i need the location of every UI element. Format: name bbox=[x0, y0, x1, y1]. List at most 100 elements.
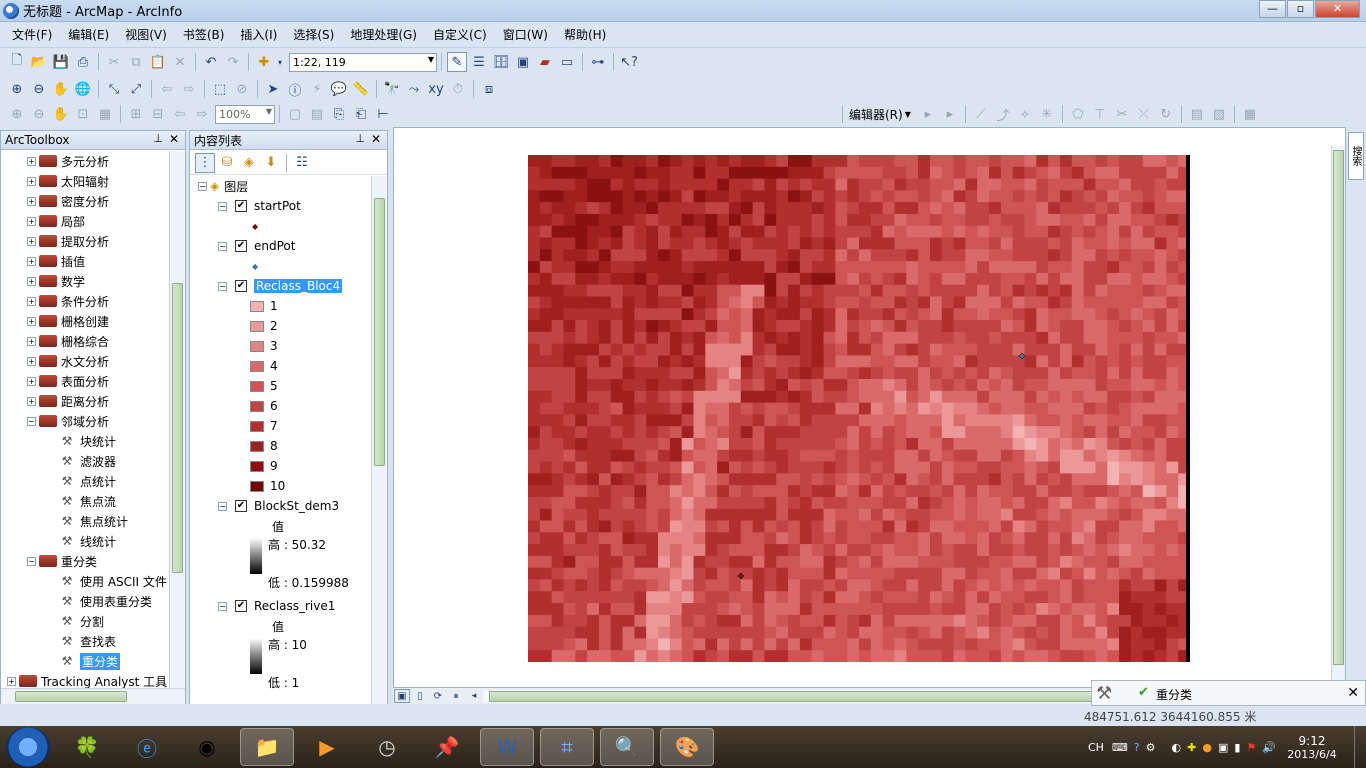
split-icon[interactable]: ⤫ bbox=[1134, 104, 1154, 124]
toolbox-tool-item[interactable]: ⚒ 使用 ASCII 文件 bbox=[1, 571, 169, 591]
toolbox-item[interactable]: + 提取分析 bbox=[1, 231, 169, 251]
taskbar-arccatalog-icon[interactable]: ⌗ bbox=[540, 728, 594, 766]
layout-zoom-out-icon[interactable]: ⊖ bbox=[29, 104, 49, 124]
menu-file[interactable]: 文件(F) bbox=[4, 26, 60, 43]
layer-name[interactable]: endPot bbox=[254, 239, 295, 253]
taskbar-chrome-icon[interactable]: ◉ bbox=[180, 728, 234, 766]
tray-clock[interactable]: 9:12 2013/6/4 bbox=[1284, 734, 1340, 761]
layer-visibility-checkbox[interactable]: ✔ bbox=[235, 200, 247, 212]
back-extent-icon[interactable]: ⇦ bbox=[157, 79, 177, 99]
pin-icon[interactable]: ⊥ bbox=[153, 132, 163, 145]
toolbox-item[interactable]: + 表面分析 bbox=[1, 371, 169, 391]
toolbox-item[interactable]: + 太阳辐射 bbox=[1, 171, 169, 191]
expand-icon[interactable]: + bbox=[27, 156, 36, 166]
tray-add-icon[interactable]: ✚ bbox=[1187, 741, 1196, 754]
collapse-icon[interactable]: − bbox=[198, 181, 207, 191]
cut-icon[interactable]: ✂ bbox=[104, 52, 124, 72]
arctoolbox-vertical-scrollbar[interactable] bbox=[169, 151, 185, 688]
change-layout-icon[interactable]: ⎘ bbox=[329, 104, 349, 124]
cut-polygons-icon[interactable]: ✂ bbox=[1112, 104, 1132, 124]
expand-icon[interactable]: + bbox=[27, 216, 36, 226]
toolbox-item[interactable]: − 重分类 bbox=[1, 551, 169, 571]
select-elements-arrow-icon[interactable]: ➤ bbox=[263, 79, 283, 99]
new-document-icon[interactable]: 🗋 bbox=[7, 52, 27, 72]
expand-icon[interactable]: + bbox=[7, 676, 16, 686]
menu-geoprocessing[interactable]: 地理处理(G) bbox=[342, 26, 425, 43]
tray-volume-icon[interactable]: 🔊 bbox=[1262, 741, 1276, 754]
whats-this-help-icon[interactable]: ↖? bbox=[619, 52, 639, 72]
menu-selection[interactable]: 选择(S) bbox=[285, 26, 342, 43]
copy-icon[interactable]: ⧉ bbox=[126, 52, 146, 72]
close-icon[interactable]: ✕ bbox=[169, 132, 179, 146]
zoom-out-icon[interactable]: ⊖ bbox=[29, 79, 49, 99]
expand-icon[interactable]: + bbox=[27, 176, 36, 186]
select-features-icon[interactable]: ⬚ bbox=[210, 79, 230, 99]
tray-network-icon[interactable]: ▮ bbox=[1234, 741, 1240, 754]
scrollbar-thumb[interactable] bbox=[15, 691, 127, 702]
paste-icon[interactable]: 📋 bbox=[148, 52, 168, 72]
tray-app-icon[interactable]: ● bbox=[1202, 741, 1212, 754]
notification-close-icon[interactable]: ✕ bbox=[1347, 685, 1359, 701]
map-scale-combo[interactable]: 1:22, 119 ▼ bbox=[289, 52, 437, 72]
expand-icon[interactable]: + bbox=[27, 376, 36, 386]
go-to-xy-icon[interactable]: xy bbox=[426, 79, 446, 99]
toolbox-tool-item[interactable]: ⚒ 滤波器 bbox=[1, 451, 169, 471]
fixed-zoom-out-layout-icon[interactable]: ⊟ bbox=[148, 104, 168, 124]
toolbox-item[interactable]: − 邻域分析 bbox=[1, 411, 169, 431]
toolbox-item[interactable]: + 栅格创建 bbox=[1, 311, 169, 331]
editor-toolbar-icon[interactable]: ✎ bbox=[447, 52, 467, 72]
python-window-icon[interactable]: ▭ bbox=[557, 52, 577, 72]
taskbar-file-explorer-icon[interactable]: 📁 bbox=[240, 728, 294, 766]
scroll-left-icon[interactable]: ◂ bbox=[466, 689, 482, 703]
toc-layer-row[interactable]: − ✔ startPot bbox=[190, 196, 371, 216]
expand-icon[interactable]: + bbox=[27, 276, 36, 286]
straight-segment-icon[interactable]: ⟋ bbox=[971, 104, 991, 124]
taskbar-picasa-icon[interactable]: 🍀 bbox=[60, 728, 114, 766]
expand-icon[interactable]: + bbox=[27, 396, 36, 406]
zoom-in-icon[interactable]: ⊕ bbox=[7, 79, 27, 99]
search-window-icon[interactable]: ▣ bbox=[513, 52, 533, 72]
focus-data-frame-icon[interactable]: ▤ bbox=[307, 104, 327, 124]
fixed-zoom-in-layout-icon[interactable]: ⊞ bbox=[126, 104, 146, 124]
close-icon[interactable]: ✕ bbox=[371, 132, 381, 146]
redo-icon[interactable]: ↷ bbox=[223, 52, 243, 72]
create-features-icon[interactable]: ▦ bbox=[1240, 104, 1260, 124]
toolbox-item[interactable]: + 密度分析 bbox=[1, 191, 169, 211]
collapse-icon[interactable]: − bbox=[218, 241, 227, 251]
toolbox-item[interactable]: + 栅格综合 bbox=[1, 331, 169, 351]
toc-layer-row[interactable]: − ✔ Reclass_rive1 bbox=[190, 596, 371, 616]
expand-icon[interactable]: + bbox=[27, 236, 36, 246]
chevron-down-icon[interactable]: ▼ bbox=[905, 110, 911, 119]
endpoint-arc-icon[interactable]: ⤴ bbox=[993, 104, 1013, 124]
taskbar-media-player-icon[interactable]: ▶ bbox=[300, 728, 354, 766]
attributes-icon[interactable]: ▤ bbox=[1187, 104, 1207, 124]
list-by-drawing-order-icon[interactable]: ⋮ bbox=[195, 152, 215, 173]
taskbar-internet-explorer-icon[interactable]: ⓔ bbox=[120, 728, 174, 766]
layout-zoom-combo[interactable]: 100% ▼ bbox=[215, 104, 275, 124]
menu-help[interactable]: 帮助(H) bbox=[556, 26, 614, 43]
collapse-icon[interactable]: − bbox=[218, 201, 227, 211]
expand-icon[interactable]: + bbox=[27, 296, 36, 306]
identify-icon[interactable]: ⓘ bbox=[285, 79, 305, 99]
create-viewer-window-icon[interactable]: ⧈ bbox=[479, 79, 499, 99]
menu-customize[interactable]: 自定义(C) bbox=[425, 26, 495, 43]
menu-bookmarks[interactable]: 书签(B) bbox=[175, 26, 233, 43]
point-icon[interactable]: ✳ bbox=[1037, 104, 1057, 124]
layout-zoom-100-icon[interactable]: ▦ bbox=[95, 104, 115, 124]
tray-toggle-icon[interactable]: ◐ bbox=[1172, 741, 1182, 754]
toolbox-item[interactable]: + 距离分析 bbox=[1, 391, 169, 411]
clear-selection-icon[interactable]: ⊘ bbox=[232, 79, 252, 99]
catalog-icon[interactable]: 🗄 bbox=[491, 52, 511, 72]
time-slider-icon[interactable]: ⏱ bbox=[448, 79, 468, 99]
layer-visibility-checkbox[interactable]: ✔ bbox=[235, 600, 247, 612]
toc-layer-row[interactable]: − ✔ Reclass_Bloc4 bbox=[190, 276, 371, 296]
toolbox-tool-item[interactable]: ⚒ 焦点流 bbox=[1, 491, 169, 511]
toolbox-tool-item[interactable]: ⚒ 点统计 bbox=[1, 471, 169, 491]
tray-flag-icon[interactable]: ⚑ bbox=[1246, 741, 1256, 754]
scrollbar-thumb[interactable] bbox=[374, 198, 385, 466]
start-button[interactable] bbox=[6, 727, 50, 767]
pan-hand-icon[interactable]: ✋ bbox=[51, 79, 71, 99]
menu-edit[interactable]: 编辑(E) bbox=[60, 26, 117, 43]
close-button[interactable]: ✕ bbox=[1315, 0, 1360, 18]
tray-settings-icon[interactable]: ⚙ bbox=[1146, 741, 1156, 754]
